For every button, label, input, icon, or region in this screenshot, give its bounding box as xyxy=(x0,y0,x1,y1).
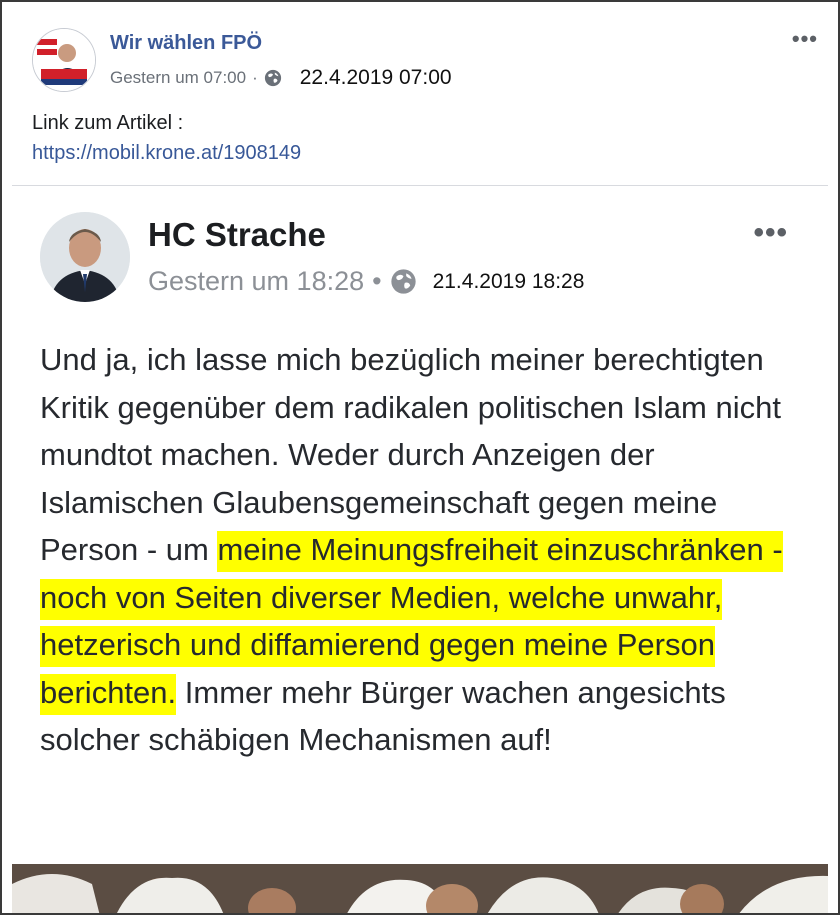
page-avatar[interactable] xyxy=(32,28,96,92)
photo-image xyxy=(12,864,828,913)
post-header: Wir wählen FPÖ Gestern um 07:00 · 22.4.2… xyxy=(2,2,838,112)
more-options-button[interactable]: ••• xyxy=(753,216,788,250)
article-link[interactable]: https://mobil.krone.at/1908149 xyxy=(32,142,301,165)
post-timestamp[interactable]: Gestern um 07:00 xyxy=(110,68,246,88)
meta-separator: • xyxy=(372,266,382,296)
post-meta: Gestern um 07:00 · 22.4.2019 07:00 xyxy=(110,66,452,90)
shared-post-timestamp[interactable]: Gestern um 18:28 xyxy=(148,266,364,297)
screenshot-frame: Wir wählen FPÖ Gestern um 07:00 · 22.4.2… xyxy=(0,0,840,915)
link-label: Link zum Artikel : xyxy=(32,112,184,134)
meta-separator: · xyxy=(252,68,258,87)
post-body: Und ja, ich lasse mich bezüglich meiner … xyxy=(40,336,810,764)
more-options-button[interactable]: ••• xyxy=(792,26,818,52)
author-avatar[interactable] xyxy=(40,212,130,302)
globe-icon[interactable] xyxy=(264,69,282,87)
author-avatar-image xyxy=(40,212,130,302)
author-name[interactable]: HC Strache xyxy=(148,216,326,254)
attached-photo[interactable] xyxy=(12,864,828,913)
shared-post-meta: Gestern um 18:28 • 21.4.2019 18:28 xyxy=(148,266,584,297)
page-name-link[interactable]: Wir wählen FPÖ xyxy=(110,32,262,55)
shared-post: HC Strache Gestern um 18:28 • 21.4.2019 … xyxy=(12,188,828,913)
divider xyxy=(12,185,828,186)
page-avatar-image xyxy=(33,29,95,91)
annotation-date: 21.4.2019 18:28 xyxy=(432,269,585,293)
globe-icon[interactable] xyxy=(390,268,417,295)
annotation-date: 22.4.2019 07:00 xyxy=(299,66,452,89)
